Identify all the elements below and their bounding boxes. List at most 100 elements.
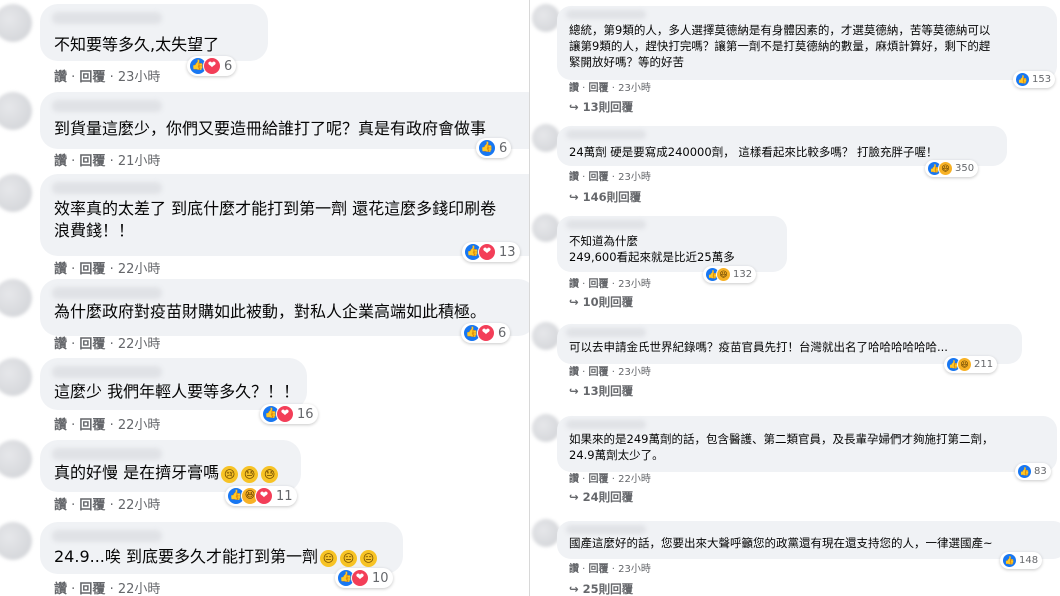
comment-timestamp[interactable]: 22小時 [618, 474, 651, 485]
avatar[interactable] [532, 4, 560, 32]
commenter-name[interactable] [566, 420, 646, 429]
comment-timestamp[interactable]: 23小時 [118, 70, 161, 85]
avatar[interactable] [0, 279, 32, 317]
reaction-summary[interactable]: 👍 😆 211 [944, 356, 998, 373]
reaction-count: 13 [499, 244, 516, 260]
comment-text: 國產這麼好的話，您要出來大聲呼籲您的政黨還有現在還支持您的人，一律選國產~ [569, 536, 993, 550]
commenter-name[interactable] [52, 448, 162, 460]
avatar[interactable] [532, 322, 560, 350]
meta-separator: · [105, 498, 118, 513]
reply-action[interactable]: 回覆 [589, 564, 609, 575]
reply-action[interactable]: 回覆 [79, 337, 105, 352]
reaction-summary[interactable]: 👍 6 [476, 138, 512, 158]
view-replies-link[interactable]: ↪ 146則回覆 [569, 189, 641, 205]
comment-timestamp[interactable]: 23小時 [618, 367, 651, 378]
reaction-summary[interactable]: 👍 153 [1013, 71, 1056, 88]
reaction-summary[interactable]: 👍 ❤ 10 [335, 568, 393, 588]
like-action[interactable]: 讚 [54, 154, 67, 169]
left-comment-column: 不知要等多久,太失望了讚 · 回覆 · 23小時 👍 ❤ 6 到貨量這麼少，你們又要造冊… [0, 0, 530, 596]
commenter-name[interactable] [566, 220, 646, 229]
view-replies-link[interactable]: ↪ 10則回覆 [569, 294, 633, 310]
reply-action[interactable]: 回覆 [79, 582, 105, 596]
comment-timestamp[interactable]: 23小時 [618, 83, 651, 94]
reply-action[interactable]: 回覆 [589, 367, 609, 378]
comment-timestamp[interactable]: 23小時 [618, 172, 651, 183]
comment-timestamp[interactable]: 22小時 [118, 418, 161, 433]
view-replies-link[interactable]: ↪ 25則回覆 [569, 581, 633, 596]
reply-action[interactable]: 回覆 [589, 474, 609, 485]
commenter-name[interactable] [52, 287, 162, 299]
reaction-summary[interactable]: 👍 ❤ 13 [462, 242, 520, 262]
meta-separator: · [579, 367, 589, 378]
view-replies-link[interactable]: ↪ 24則回覆 [569, 489, 633, 505]
like-action[interactable]: 讚 [569, 564, 579, 575]
comment-timestamp[interactable]: 23小時 [618, 279, 651, 290]
reaction-summary[interactable]: 👍 ❤ 6 [461, 323, 511, 343]
meta-separator: · [579, 83, 589, 94]
reaction-summary[interactable]: 👍 😆 ❤ 11 [225, 486, 297, 506]
meta-separator: · [608, 564, 619, 575]
avatar[interactable] [532, 414, 560, 442]
emoji-icon: 😓 [241, 466, 259, 483]
comment-timestamp[interactable]: 22小時 [118, 582, 161, 596]
commenter-name[interactable] [566, 10, 646, 19]
like-action[interactable]: 讚 [54, 70, 67, 85]
haha-reaction-icon: 😆 [938, 161, 953, 176]
like-action[interactable]: 讚 [569, 367, 579, 378]
like-action[interactable]: 讚 [569, 83, 579, 94]
reaction-summary[interactable]: 👍 ❤ 16 [260, 404, 318, 424]
reaction-summary[interactable]: 👍 😆 350 [925, 160, 979, 177]
comment-timestamp[interactable]: 23小時 [618, 564, 651, 575]
commenter-name[interactable] [52, 182, 162, 194]
like-action[interactable]: 讚 [569, 474, 579, 485]
commenter-name[interactable] [566, 130, 646, 139]
reaction-summary[interactable]: 👍 148 [1000, 552, 1043, 569]
commenter-name[interactable] [566, 328, 646, 337]
haha-reaction-icon: 😆 [957, 357, 972, 372]
reaction-summary[interactable]: 👍 83 [1015, 463, 1051, 480]
avatar[interactable] [0, 4, 32, 42]
comment-meta: 讚 · 回覆 · 22小時 [54, 333, 160, 352]
view-replies-link[interactable]: ↪ 13則回覆 [569, 383, 633, 399]
reply-action[interactable]: 回覆 [589, 279, 609, 290]
commenter-name[interactable] [52, 530, 162, 542]
like-action[interactable]: 讚 [569, 279, 579, 290]
comment-text: 24.9...唉 到底要多久才能打到第一劑 😑 😑 😑 [54, 546, 377, 568]
commenter-name[interactable] [566, 525, 646, 534]
commenter-name[interactable] [52, 12, 162, 24]
reply-action[interactable]: 回覆 [589, 83, 609, 94]
reply-action[interactable]: 回覆 [79, 154, 105, 169]
avatar[interactable] [0, 92, 32, 130]
comment-timestamp[interactable]: 21小時 [118, 154, 161, 169]
comment-timestamp[interactable]: 22小時 [118, 498, 161, 513]
like-action[interactable]: 讚 [569, 172, 579, 183]
like-action[interactable]: 讚 [54, 582, 67, 596]
like-action[interactable]: 讚 [54, 418, 67, 433]
avatar[interactable] [532, 124, 560, 152]
commenter-name[interactable] [52, 366, 162, 378]
comment-text: 24萬劑 硬是要寫成240000劑， 這樣看起來比較多嗎？ 打臉充胖子喔！ [569, 145, 938, 159]
avatar[interactable] [0, 522, 32, 560]
like-reaction-icon: 👍 [1002, 553, 1017, 568]
avatar[interactable] [532, 214, 560, 242]
view-replies-link[interactable]: ↪ 13則回覆 [569, 99, 633, 115]
comment-timestamp[interactable]: 22小時 [118, 337, 161, 352]
meta-separator: · [579, 564, 589, 575]
avatar[interactable] [0, 358, 32, 396]
reply-action[interactable]: 回覆 [79, 418, 105, 433]
reply-action[interactable]: 回覆 [79, 498, 105, 513]
avatar[interactable] [0, 440, 32, 478]
reaction-summary[interactable]: 👍 😆 132 [703, 266, 757, 283]
reply-action[interactable]: 回覆 [589, 172, 609, 183]
comment-text-content: 到貨量這麼少，你們又要造冊給誰打了呢？真是有政府會做事 [54, 119, 487, 138]
meta-separator: · [608, 172, 619, 183]
avatar[interactable] [532, 519, 560, 547]
comment-item: 這麼少 我們年輕人要等多久？！！ 讚 · 回覆 · 22小時 👍 ❤ 16 [0, 354, 530, 444]
reaction-summary[interactable]: 👍 ❤ 6 [187, 56, 237, 76]
commenter-name[interactable] [52, 100, 162, 112]
like-action[interactable]: 讚 [54, 337, 67, 352]
reaction-count: 211 [974, 359, 994, 370]
reply-action[interactable]: 回覆 [79, 70, 105, 85]
avatar[interactable] [0, 174, 32, 212]
like-action[interactable]: 讚 [54, 498, 67, 513]
